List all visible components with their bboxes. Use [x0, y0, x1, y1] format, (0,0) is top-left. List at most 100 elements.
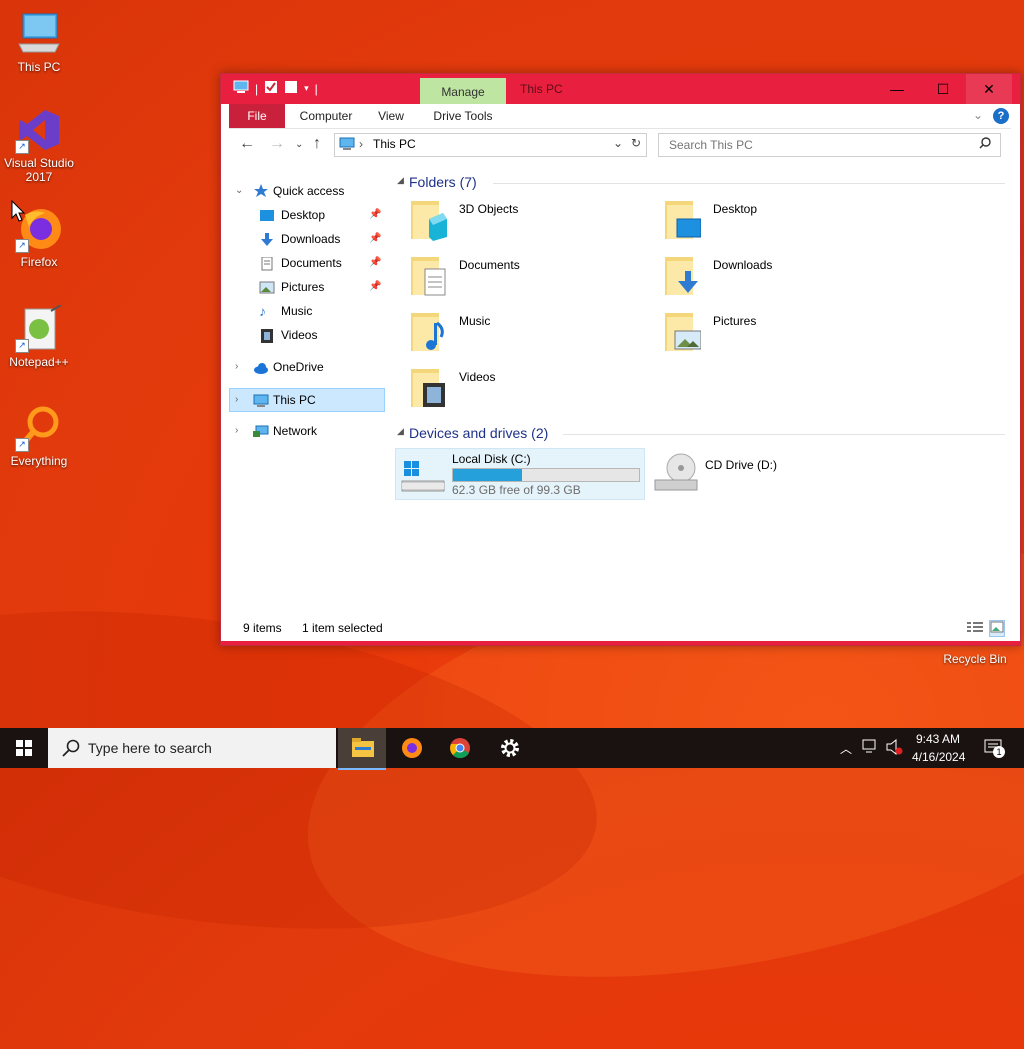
- desktop-folder-icon: [259, 208, 275, 222]
- group-header-devices[interactable]: ◢ Devices and drives (2): [393, 425, 1005, 445]
- maximize-button[interactable]: ☐: [920, 74, 966, 104]
- help-icon[interactable]: ?: [993, 108, 1009, 124]
- pin-icon[interactable]: 📌: [369, 276, 381, 298]
- up-arrow-icon[interactable]: ↑: [313, 135, 321, 153]
- disk-usage-bar: [452, 468, 640, 482]
- nav-item-desktop[interactable]: Desktop 📌: [229, 204, 385, 226]
- taskbar-settings[interactable]: [486, 728, 534, 768]
- search-box[interactable]: [658, 133, 1001, 157]
- search-icon[interactable]: [979, 137, 991, 152]
- file-explorer-window: | ▾ | Manage This PC — ☐ ✕ File Computer…: [220, 73, 1021, 646]
- folder-tile-desktop[interactable]: Desktop: [647, 196, 897, 248]
- expand-ribbon-icon[interactable]: ⌄: [973, 108, 983, 122]
- notification-badge: 1: [993, 746, 1005, 758]
- drive-name: Local Disk (C:): [452, 452, 531, 466]
- group-header-folders[interactable]: ◢ Folders (7): [393, 174, 1005, 194]
- nav-item-quick-access[interactable]: ⌄ Quick access: [229, 180, 385, 202]
- chevron-down-icon[interactable]: ◢: [397, 175, 404, 186]
- music-note-icon: ♪: [259, 303, 266, 319]
- tab-drive-tools[interactable]: Drive Tools: [425, 104, 501, 128]
- pin-icon[interactable]: 📌: [369, 228, 381, 250]
- address-bar[interactable]: › This PC ⌄ ↻: [334, 133, 647, 157]
- search-input[interactable]: [667, 137, 971, 153]
- desktop-icon-this-pc[interactable]: This PC: [0, 10, 78, 74]
- ribbon-tabs: File Computer View Drive Tools ⌄ ?: [229, 104, 1011, 129]
- desktop-icon-label: Recycle Bin: [943, 652, 1007, 666]
- navigation-pane: ⌄ Quick access Desktop 📌 Downloads 📌 Doc…: [229, 174, 385, 614]
- desktop-icon-recycle-bin[interactable]: Recycle Bin: [936, 652, 1014, 666]
- refresh-icon[interactable]: ↻: [631, 136, 641, 150]
- network-status-icon[interactable]: [862, 739, 880, 758]
- title-bar[interactable]: | ▾ | Manage This PC — ☐ ✕: [221, 74, 1020, 104]
- breadcrumb[interactable]: This PC: [373, 137, 416, 151]
- chevron-right-icon[interactable]: ›: [235, 389, 238, 411]
- nav-item-onedrive[interactable]: › OneDrive: [229, 356, 385, 378]
- chevron-down-icon[interactable]: ▾: [304, 83, 309, 94]
- network-icon: [253, 424, 269, 438]
- drive-tile-cd-drive[interactable]: CD Drive (D:): [649, 448, 897, 498]
- new-folder-icon[interactable]: [284, 80, 298, 97]
- details-view-icon[interactable]: [967, 621, 983, 636]
- taskbar-search-box[interactable]: Type here to search: [48, 728, 336, 768]
- file-explorer-icon: [352, 738, 374, 761]
- nav-item-videos[interactable]: Videos: [229, 324, 385, 346]
- clock-date[interactable]: 4/16/2024: [912, 750, 965, 764]
- close-button[interactable]: ✕: [966, 74, 1012, 104]
- folder-tile-videos[interactable]: Videos: [393, 364, 643, 416]
- chevron-down-icon[interactable]: ⌄: [235, 180, 243, 202]
- notepadpp-icon: ↗: [15, 304, 63, 353]
- recent-locations-chevron-icon[interactable]: ⌄: [295, 139, 303, 150]
- star-icon: [253, 183, 269, 197]
- pin-icon[interactable]: 📌: [369, 252, 381, 274]
- desktop-icon-visual-studio[interactable]: ↗ Visual Studio 2017: [0, 106, 78, 184]
- folder-tile-3d-objects[interactable]: 3D Objects: [393, 196, 643, 248]
- desktop-icon-label: Notepad++: [9, 355, 69, 369]
- computer-icon: [253, 393, 269, 407]
- quick-access-toolbar: | ▾ |: [233, 80, 318, 97]
- cloud-icon: [253, 360, 269, 374]
- clock-time[interactable]: 9:43 AM: [916, 732, 960, 746]
- desktop-icon-everything[interactable]: ↗ Everything: [0, 404, 78, 468]
- tab-computer[interactable]: Computer: [291, 104, 361, 128]
- volume-muted-icon[interactable]: [886, 738, 904, 758]
- folder-tile-music[interactable]: Music: [393, 308, 643, 360]
- properties-icon[interactable]: [264, 80, 278, 97]
- document-icon: [259, 256, 275, 271]
- documents-folder-icon: [411, 255, 447, 297]
- taskbar-file-explorer[interactable]: [338, 728, 386, 770]
- nav-item-music[interactable]: ♪ Music: [229, 300, 385, 322]
- tab-manage[interactable]: Manage: [420, 78, 506, 104]
- nav-item-pictures[interactable]: Pictures 📌: [229, 276, 385, 298]
- cd-drive-icon: [653, 452, 699, 497]
- folder-tile-pictures[interactable]: Pictures: [647, 308, 897, 360]
- start-button[interactable]: [0, 728, 48, 768]
- chevron-right-icon[interactable]: ›: [235, 420, 238, 442]
- nav-item-documents[interactable]: Documents 📌: [229, 252, 385, 274]
- large-icons-view-icon[interactable]: [989, 620, 1005, 637]
- folder-tile-downloads[interactable]: Downloads: [647, 252, 897, 304]
- back-arrow-icon[interactable]: ←: [239, 135, 255, 153]
- 3d-objects-folder-icon: [411, 199, 447, 241]
- visual-studio-icon: ↗: [15, 106, 63, 154]
- pin-icon[interactable]: 📌: [369, 204, 381, 226]
- nav-item-downloads[interactable]: Downloads 📌: [229, 228, 385, 250]
- tab-view[interactable]: View: [369, 104, 413, 128]
- notification-center-icon[interactable]: 1: [984, 738, 1005, 761]
- desktop-icon-label: Firefox: [20, 255, 58, 269]
- minimize-button[interactable]: —: [874, 74, 920, 104]
- chevron-down-icon[interactable]: ◢: [397, 426, 404, 437]
- desktop-icon-label: Everything: [10, 454, 68, 468]
- tab-file[interactable]: File: [229, 104, 285, 128]
- address-dropdown-icon[interactable]: ⌄: [613, 136, 623, 150]
- show-hidden-icons-chevron-icon[interactable]: ︿: [840, 740, 852, 757]
- chrome-icon: [449, 737, 471, 762]
- nav-item-network[interactable]: › Network: [229, 420, 385, 442]
- taskbar-firefox[interactable]: [388, 728, 436, 768]
- chevron-right-icon[interactable]: ›: [235, 356, 238, 378]
- desktop-icon-notepadpp[interactable]: ↗ Notepad++: [0, 304, 78, 369]
- taskbar-chrome[interactable]: [436, 728, 484, 768]
- drive-tile-local-disk[interactable]: Local Disk (C:) 62.3 GB free of 99.3 GB: [395, 448, 645, 500]
- folder-tile-documents[interactable]: Documents: [393, 252, 643, 304]
- forward-arrow-icon[interactable]: →: [269, 135, 285, 153]
- nav-item-this-pc[interactable]: › This PC: [229, 388, 385, 412]
